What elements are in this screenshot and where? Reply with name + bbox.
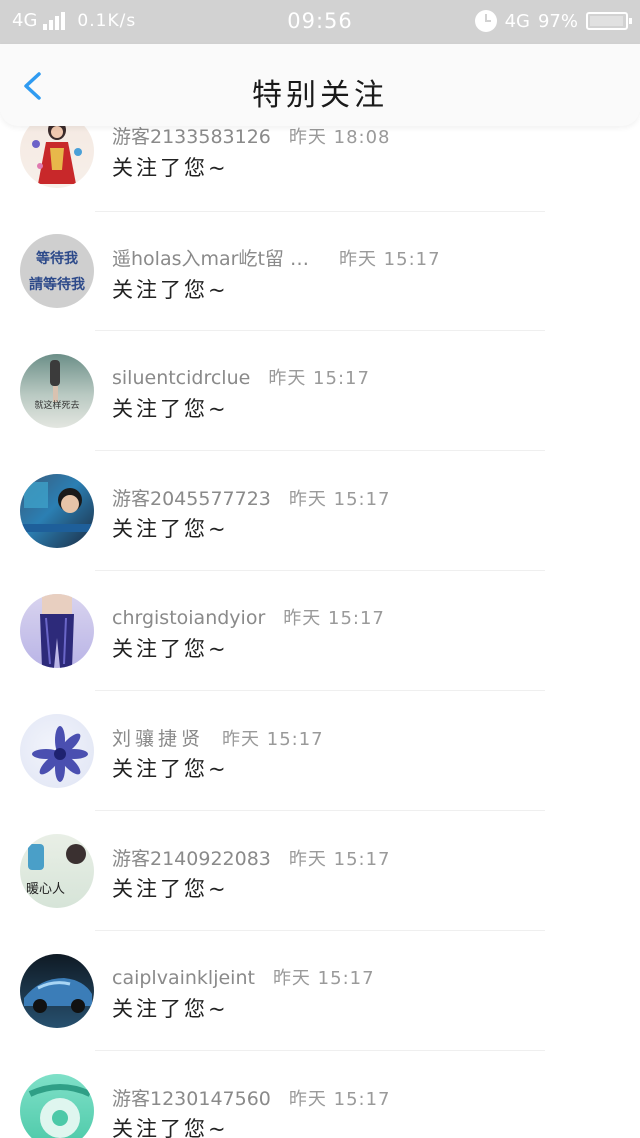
follow-message: 关注了您~	[112, 997, 229, 1021]
divider	[95, 930, 545, 931]
avatar: 暖心人	[20, 834, 94, 908]
status-bar: 4G 0.1K/s 09:56 4G 97%	[0, 0, 640, 44]
avatar-text: 請等待我	[29, 277, 85, 293]
item-header: chrgistoiandyior 昨天 15:17	[112, 604, 385, 630]
user-name: siluentcidrclue	[112, 367, 251, 389]
avatar: 等待我 請等待我	[20, 234, 94, 308]
item-header: 游客2140922083 昨天 15:17	[112, 844, 391, 871]
avatar-text: 暖心人	[26, 882, 66, 897]
follow-message: 关注了您~	[112, 637, 229, 661]
avatar-text: 等待我	[36, 251, 78, 267]
list-item[interactable]: 就这样死去 siluentcidrclue 昨天 15:17 关注了您~	[0, 336, 640, 456]
divider	[95, 211, 545, 212]
item-header: 游客2045577723 昨天 15:17	[112, 484, 391, 511]
avatar	[20, 594, 94, 668]
avatar: 就这样死去	[20, 354, 94, 428]
follow-time: 昨天 15:17	[338, 249, 441, 270]
user-name: 遥holas入mar屹t留 …	[112, 248, 309, 270]
avatar	[20, 954, 94, 1028]
follow-message: 关注了您~	[112, 877, 229, 901]
user-name: 刘骧捷贤	[112, 728, 205, 750]
follow-message: 关注了您~	[112, 517, 229, 541]
follow-time: 昨天 15:17	[288, 849, 391, 870]
list-item[interactable]: caiplvainkljeint 昨天 15:17 关注了您~	[0, 936, 640, 1056]
divider	[95, 450, 545, 451]
battery-percent: 97%	[537, 10, 578, 32]
follow-time: 昨天 15:17	[283, 608, 385, 629]
list-item[interactable]: 等待我 請等待我 遥holas入mar屹t留 … 昨天 15:17 关注了您~	[0, 216, 640, 336]
avatar	[20, 474, 94, 548]
list-item[interactable]: 游客2045577723 昨天 15:17 关注了您~	[0, 456, 640, 576]
avatar	[20, 1074, 94, 1138]
user-name: 游客2045577723	[112, 488, 271, 510]
item-header: siluentcidrclue 昨天 15:17	[112, 364, 370, 390]
battery-icon	[586, 12, 632, 30]
avatar-text: 就这样死去	[34, 401, 80, 411]
item-header: 游客2133583126 昨天 18:08	[112, 122, 391, 149]
follow-message: 关注了您~	[112, 278, 229, 302]
user-name: chrgistoiandyior	[112, 607, 266, 629]
divider	[95, 330, 545, 331]
divider	[95, 810, 545, 811]
follow-time: 昨天 15:17	[288, 1089, 391, 1110]
list-item[interactable]: chrgistoiandyior 昨天 15:17 关注了您~	[0, 576, 640, 696]
follow-message: 关注了您~	[112, 156, 229, 180]
follow-message: 关注了您~	[112, 1117, 229, 1138]
item-header: 遥holas入mar屹t留 … 昨天 15:17	[112, 244, 441, 271]
user-name: 游客1230147560	[112, 1088, 271, 1110]
user-name: 游客2133583126	[112, 126, 271, 148]
follow-time: 昨天 15:17	[268, 368, 370, 389]
follow-message: 关注了您~	[112, 757, 229, 781]
item-header: 游客1230147560 昨天 15:17	[112, 1084, 391, 1111]
list-item[interactable]: 暖心人 游客2140922083 昨天 15:17 关注了您~	[0, 816, 640, 936]
network-label-right: 4G	[504, 10, 530, 32]
follow-message: 关注了您~	[112, 397, 229, 421]
item-header: caiplvainkljeint 昨天 15:17	[112, 964, 375, 990]
follower-list: 游客2133583126 昨天 18:08 关注了您~ 等待我 請等待我 遥ho…	[0, 118, 640, 1138]
user-name: caiplvainkljeint	[112, 967, 255, 989]
follow-time: 昨天 15:17	[288, 489, 391, 510]
list-item[interactable]: 刘骧捷贤 昨天 15:17 关注了您~	[0, 696, 640, 816]
divider	[95, 690, 545, 691]
divider	[95, 1050, 545, 1051]
alarm-icon	[474, 10, 497, 32]
status-right: 4G 97%	[474, 10, 632, 32]
list-item[interactable]: 游客1230147560 昨天 15:17 关注了您~	[0, 1056, 640, 1138]
user-name: 游客2140922083	[112, 848, 271, 870]
avatar	[20, 118, 94, 188]
follow-time: 昨天 15:17	[222, 729, 324, 750]
nav-bar: 特别关注	[0, 44, 640, 126]
follow-time: 昨天 15:17	[272, 968, 375, 989]
item-header: 刘骧捷贤 昨天 15:17	[112, 724, 324, 751]
divider	[95, 570, 545, 571]
page-title: 特别关注	[252, 78, 388, 113]
avatar	[20, 714, 94, 788]
follow-time: 昨天 18:08	[288, 127, 391, 148]
